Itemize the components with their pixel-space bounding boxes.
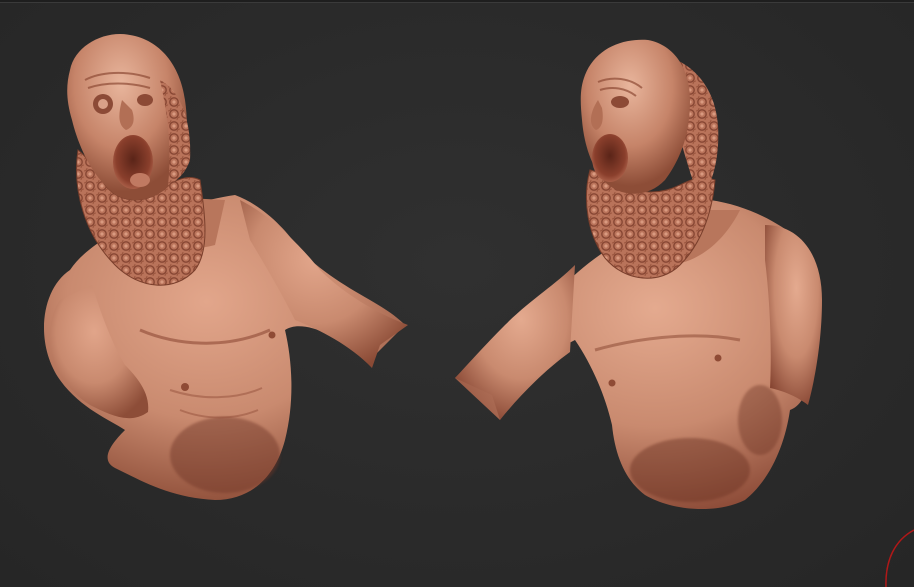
sculpt-viewport[interactable] [0,0,914,587]
bust-left-belly-shadow [170,417,280,493]
bust-right-arm-extended [455,265,575,420]
bust-right[interactable] [455,39,822,510]
bust-left-tongue [130,173,150,187]
bust-right-mouth [592,134,628,182]
bust-left-eye-left-iris [98,99,108,109]
bust-right-eye [611,96,629,108]
gizmo-arc [885,529,914,587]
bust-left-nipple-left [181,383,189,391]
bust-right-nipple-right [714,354,722,362]
bust-left-nipple-right [268,331,276,339]
bust-right-arm-stump-right [765,225,822,405]
navigation-gizmo[interactable] [885,529,914,587]
bust-left[interactable] [43,34,408,500]
viewport-canvas[interactable] [0,0,914,587]
bust-right-nipple-left [608,379,616,387]
bust-left-eye-right [137,94,153,106]
bust-right-side-shadow [738,385,782,455]
bust-right-belly-shadow [630,438,750,502]
